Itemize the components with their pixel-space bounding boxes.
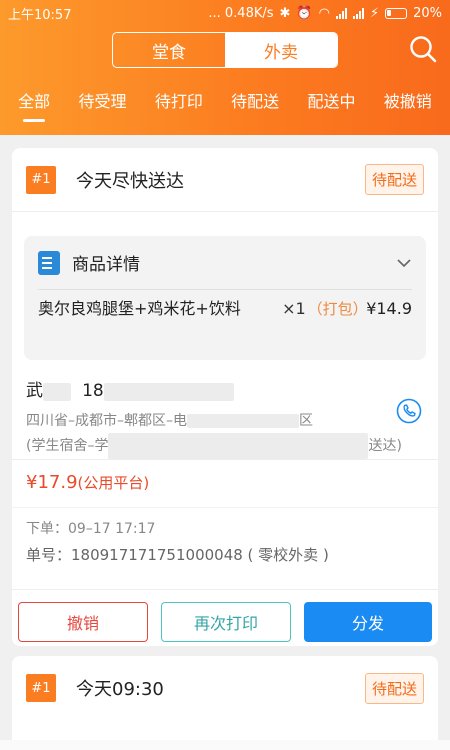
order-card-header: #1 今天09:30 待配送 (12, 656, 438, 720)
document-icon (38, 250, 60, 275)
masked-text (103, 382, 234, 401)
masked-text (43, 382, 71, 401)
customer-info: 武 18 四川省–成都市–郫都区–电 区 (学生宿舍–学 送达) (12, 360, 438, 460)
order-meta: 下单：09–17 17:17 单号：180917171751000048 ( 零… (12, 508, 438, 590)
item-quantity: ×1 (282, 299, 306, 318)
tab-cancelled[interactable]: 被撤销 (384, 84, 432, 124)
address-line-2-end: 送达) (368, 438, 402, 454)
order-delivery-time: 今天09:30 (76, 679, 164, 700)
bottom-nav-bar (0, 740, 450, 750)
segment-takeout[interactable]: 外卖 (225, 33, 337, 67)
address-line-1-end: 区 (299, 413, 313, 429)
network-speed: ... 0.48K/s (208, 5, 274, 21)
order-number-badge: #1 (26, 674, 56, 702)
order-actions: 撤销 再次打印 分发 (12, 602, 438, 642)
address-line-2: (学生宿舍–学 (26, 438, 109, 454)
order-status-badge: 待配送 (364, 672, 424, 704)
battery-level: 20% (413, 5, 442, 21)
chevron-down-icon[interactable] (396, 255, 412, 271)
search-icon[interactable] (408, 34, 438, 64)
bluetooth-icon: ✱ (279, 5, 291, 21)
battery-icon (385, 7, 408, 19)
order-number: 单号：180917171751000048 ( 零校外卖 ) (26, 546, 329, 564)
customer-phone: 18 (82, 381, 104, 401)
tab-pending-accept[interactable]: 待受理 (78, 84, 126, 124)
signal-hd-icon (352, 7, 364, 19)
alarm-icon: ⏰ (296, 5, 313, 21)
order-type-segment: 堂食 外卖 (112, 32, 338, 68)
delivery-address: 四川省–成都市–郫都区–电 区 (学生宿舍–学 送达) (26, 409, 424, 459)
masked-text (108, 433, 369, 459)
tab-pending-delivery[interactable]: 待配送 (231, 84, 279, 124)
signal-icon (335, 7, 347, 19)
order-delivery-time: 今天尽快送达 (76, 170, 184, 192)
product-detail-panel: 商品详情 奥尔良鸡腿堡+鸡米花+饮料 ×1 （打包） ¥14.9 (24, 236, 426, 360)
masked-text (187, 414, 299, 428)
platform-label: (公用平台) (77, 474, 150, 492)
order-status-badge: 待配送 (364, 164, 424, 195)
order-card-header: #1 今天尽快送达 待配送 (12, 148, 438, 212)
item-pack-tag: （打包） (307, 300, 368, 318)
product-detail-header[interactable]: 商品详情 (38, 236, 412, 290)
item-price: ¥14.9 (366, 299, 412, 318)
customer-name: 武 (26, 381, 43, 401)
tab-pending-print[interactable]: 待打印 (155, 84, 203, 124)
reprint-button[interactable]: 再次打印 (161, 602, 291, 642)
tab-delivering[interactable]: 配送中 (307, 84, 355, 124)
order-card: #1 今天尽快送达 待配送 商品详情 奥尔良鸡腿堡+鸡米花+饮料 ×1 （打包）… (12, 148, 438, 646)
address-line-1: 四川省–成都市–郫都区–电 (26, 413, 187, 429)
segment-dine-in[interactable]: 堂食 (113, 33, 225, 67)
phone-icon[interactable] (396, 398, 422, 424)
order-total-row: ¥17.9(公用平台) (12, 460, 438, 508)
wifi-icon: ◠ (318, 5, 330, 21)
status-time: 上午10:57 (8, 7, 72, 23)
tab-all[interactable]: 全部 (18, 84, 50, 124)
order-card: #1 今天09:30 待配送 (12, 656, 438, 750)
cancel-order-button[interactable]: 撤销 (18, 602, 148, 642)
status-tabs: 全部 待受理 待打印 待配送 配送中 被撤销 (0, 84, 450, 124)
dispatch-button[interactable]: 分发 (304, 602, 432, 642)
order-time: 下单：09–17 17:17 (26, 521, 156, 537)
charging-icon: ⚡ (369, 5, 380, 21)
status-icons: ... 0.48K/s ✱ ⏰ ◠ ⚡ 20% (208, 6, 442, 21)
product-detail-title: 商品详情 (72, 255, 140, 275)
order-total-price: ¥17.9 (26, 472, 78, 493)
item-name: 奥尔良鸡腿堡+鸡米花+饮料 (38, 298, 241, 318)
product-item-row: 奥尔良鸡腿堡+鸡米花+饮料 ×1 （打包） ¥14.9 (38, 290, 412, 319)
status-bar: 上午10:57 ... 0.48K/s ✱ ⏰ ◠ ⚡ 20% (0, 0, 450, 26)
order-number-badge: #1 (26, 165, 56, 194)
app-header: 上午10:57 ... 0.48K/s ✱ ⏰ ◠ ⚡ 20% 堂食 外卖 全部… (0, 0, 450, 135)
